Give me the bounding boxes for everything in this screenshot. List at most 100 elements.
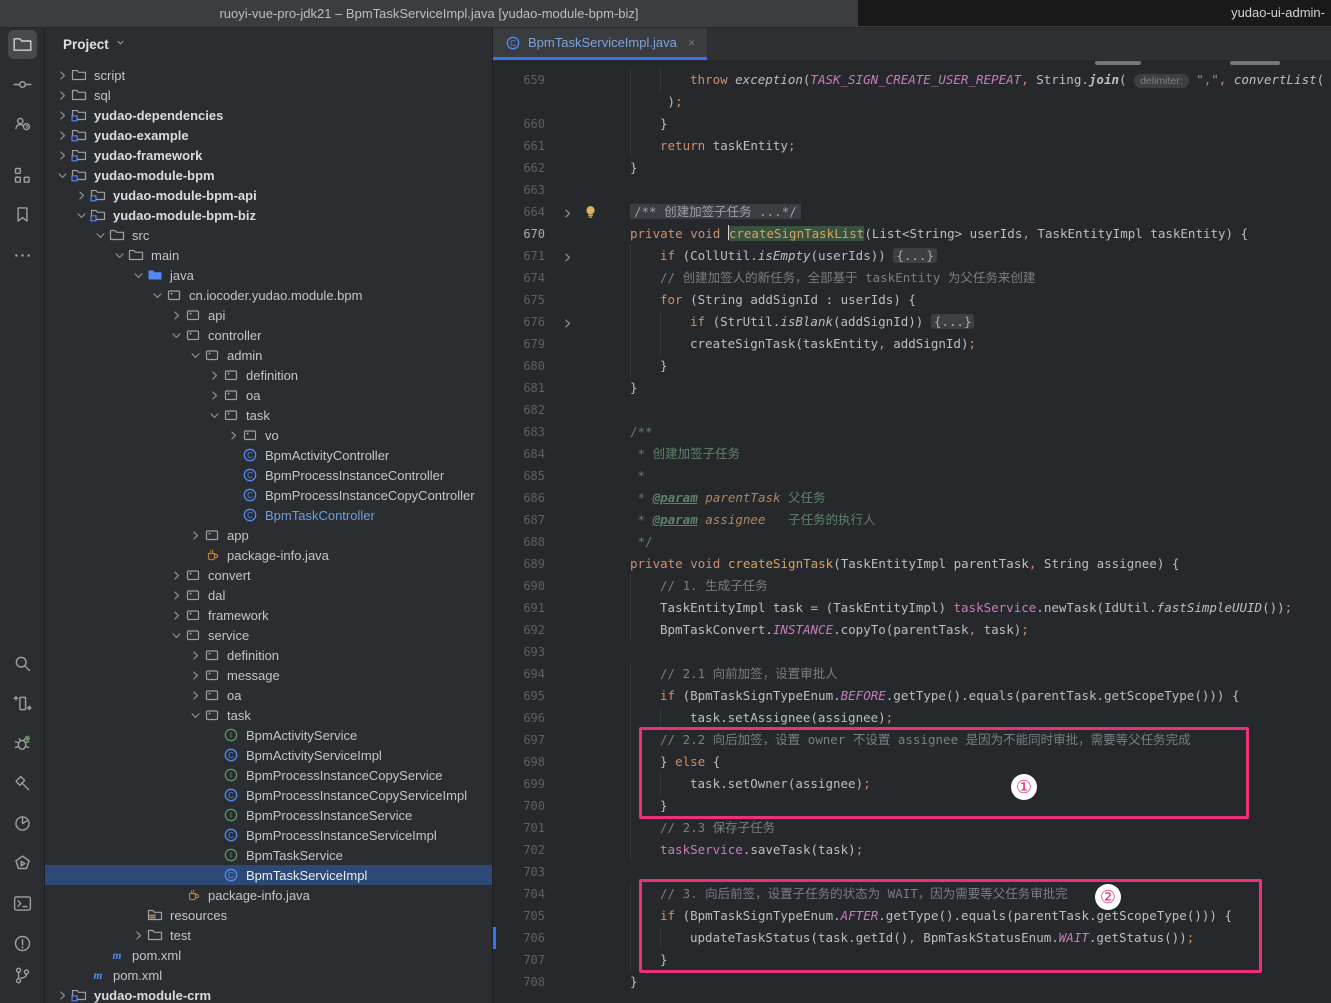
bookmarks-tool-icon[interactable] (8, 200, 37, 229)
line-number[interactable]: 671 (493, 245, 545, 267)
fold-chevron-icon[interactable] (561, 249, 574, 262)
chevron-collapsed-icon[interactable] (56, 148, 71, 162)
code-line[interactable]: 705if (BpmTaskSignTypeEnum.AFTER.getType… (493, 905, 1331, 927)
code-line[interactable]: 679createSignTask(taskEntity, addSignId)… (493, 333, 1331, 355)
tree-item[interactable]: package-info.java (45, 545, 493, 565)
line-number[interactable]: 697 (493, 729, 545, 751)
chevron-collapsed-icon[interactable] (189, 648, 204, 662)
tree-item[interactable]: yudao-module-bpm-api (45, 185, 493, 205)
chevron-expanded-icon[interactable] (170, 628, 185, 642)
code-line[interactable]: 692BpmTaskConvert.INSTANCE.copyTo(parent… (493, 619, 1331, 641)
code-line[interactable]: 691TaskEntityImpl task = (TaskEntityImpl… (493, 597, 1331, 619)
tree-item[interactable]: CBpmProcessInstanceController (45, 465, 493, 485)
tree-item[interactable]: message (45, 665, 493, 685)
chevron-expanded-icon[interactable] (189, 708, 204, 722)
code-line[interactable]: 686 * @param parentTask 父任务 (493, 487, 1331, 509)
code-line[interactable]: 693 (493, 641, 1331, 663)
debug-tool-icon[interactable] (8, 729, 37, 758)
tree-item[interactable]: IBpmProcessInstanceService (45, 805, 493, 825)
tree-item[interactable]: framework (45, 605, 493, 625)
code-line[interactable]: 706updateTaskStatus(task.getId(), BpmTas… (493, 927, 1331, 949)
line-number[interactable]: 693 (493, 641, 545, 663)
line-number[interactable]: 702 (493, 839, 545, 861)
terminal-tool-icon[interactable] (8, 889, 37, 918)
chevron-collapsed-icon[interactable] (227, 428, 242, 442)
code-line[interactable]: 701// 2.3 保存子任务 (493, 817, 1331, 839)
tree-item[interactable]: yudao-dependencies (45, 105, 493, 125)
line-number[interactable]: 675 (493, 289, 545, 311)
line-number[interactable]: 676 (493, 311, 545, 333)
todo-tool-icon[interactable] (8, 689, 37, 718)
chevron-expanded-icon[interactable] (132, 268, 147, 282)
more-tools-icon[interactable] (8, 241, 37, 270)
chevron-expanded-icon[interactable] (113, 248, 128, 262)
chevron-expanded-icon[interactable] (208, 408, 223, 422)
code-line[interactable]: 689private void createSignTask(TaskEntit… (493, 553, 1331, 575)
project-panel-header[interactable]: Project (45, 28, 492, 60)
code-line[interactable]: 676if (StrUtil.isBlank(addSignId)) {...} (493, 311, 1331, 333)
pull-requests-tool-icon[interactable] (8, 110, 37, 139)
tree-item[interactable]: sql (45, 85, 493, 105)
commit-tool-icon[interactable] (8, 70, 37, 99)
chevron-expanded-icon[interactable] (170, 328, 185, 342)
line-number[interactable]: 684 (493, 443, 545, 465)
chevron-collapsed-icon[interactable] (56, 128, 71, 142)
line-number[interactable]: 659 (493, 69, 545, 91)
code-line[interactable]: 684 * 创建加签子任务 (493, 443, 1331, 465)
line-number[interactable]: 687 (493, 509, 545, 531)
tree-item[interactable]: CBpmProcessInstanceCopyController (45, 485, 493, 505)
code-line[interactable]: 702taskService.saveTask(task); (493, 839, 1331, 861)
line-number[interactable]: 680 (493, 355, 545, 377)
tree-item[interactable]: CBpmProcessInstanceCopyServiceImpl (45, 785, 493, 805)
code-line[interactable]: 697// 2.2 向后加签，设置 owner 不设置 assignee 是因为… (493, 729, 1331, 751)
chevron-collapsed-icon[interactable] (170, 588, 185, 602)
code-line[interactable]: 700} (493, 795, 1331, 817)
editor-area[interactable]: C BpmTaskServiceImpl.java × 659throw exc… (493, 28, 1331, 1003)
problems-tool-icon[interactable] (8, 929, 37, 958)
code-line[interactable]: 704// 3. 向后前签，设置子任务的状态为 WAIT，因为需要等父任务审批完 (493, 883, 1331, 905)
code-line[interactable]: 680} (493, 355, 1331, 377)
tree-item[interactable]: definition (45, 365, 493, 385)
tree-item[interactable]: service (45, 625, 493, 645)
line-number[interactable]: 696 (493, 707, 545, 729)
tree-item[interactable]: app (45, 525, 493, 545)
code-line[interactable]: 660} (493, 113, 1331, 135)
git-tool-icon[interactable] (8, 961, 37, 990)
tree-item[interactable]: test (45, 925, 493, 945)
profiler-tool-icon[interactable] (8, 809, 37, 838)
code-line[interactable]: 685 * (493, 465, 1331, 487)
code-line[interactable]: 694// 2.1 向前加签，设置审批人 (493, 663, 1331, 685)
line-number[interactable]: 695 (493, 685, 545, 707)
tree-item[interactable]: IBpmActivityService (45, 725, 493, 745)
code-line[interactable]: 674// 创建加签人的新任务，全部基于 taskEntity 为父任务来创建 (493, 267, 1331, 289)
line-number[interactable]: 663 (493, 179, 545, 201)
code-line[interactable]: 671if (CollUtil.isEmpty(userIds)) {...} (493, 245, 1331, 267)
line-number[interactable]: 704 (493, 883, 545, 905)
tree-item[interactable]: package-info.java (45, 885, 493, 905)
tree-item[interactable]: api (45, 305, 493, 325)
code-line[interactable]: 659throw exception(TASK_SIGN_CREATE_USER… (493, 69, 1331, 91)
code-line[interactable]: 695if (BpmTaskSignTypeEnum.BEFORE.getTyp… (493, 685, 1331, 707)
tree-item[interactable]: yudao-module-crm (45, 985, 493, 1003)
structure-tool-icon[interactable] (8, 161, 37, 190)
tree-item[interactable]: yudao-example (45, 125, 493, 145)
chevron-collapsed-icon[interactable] (170, 308, 185, 322)
line-number[interactable] (493, 91, 545, 113)
chevron-collapsed-icon[interactable] (56, 88, 71, 102)
code-line[interactable]: 683/** (493, 421, 1331, 443)
services-tool-icon[interactable] (8, 849, 37, 878)
chevron-expanded-icon[interactable] (151, 288, 166, 302)
line-number[interactable]: 706 (493, 927, 545, 949)
close-icon[interactable]: × (688, 35, 696, 50)
line-number[interactable]: 670 (493, 223, 545, 245)
tree-item[interactable]: resources (45, 905, 493, 925)
tree-item[interactable]: admin (45, 345, 493, 365)
line-number[interactable]: 708 (493, 971, 545, 993)
tree-item[interactable]: vo (45, 425, 493, 445)
tree-item[interactable]: src (45, 225, 493, 245)
line-number[interactable]: 688 (493, 531, 545, 553)
code-line[interactable]: 698} else { (493, 751, 1331, 773)
build-tool-icon[interactable] (8, 769, 37, 798)
line-number[interactable]: 699 (493, 773, 545, 795)
project-tool-icon[interactable] (8, 30, 37, 59)
